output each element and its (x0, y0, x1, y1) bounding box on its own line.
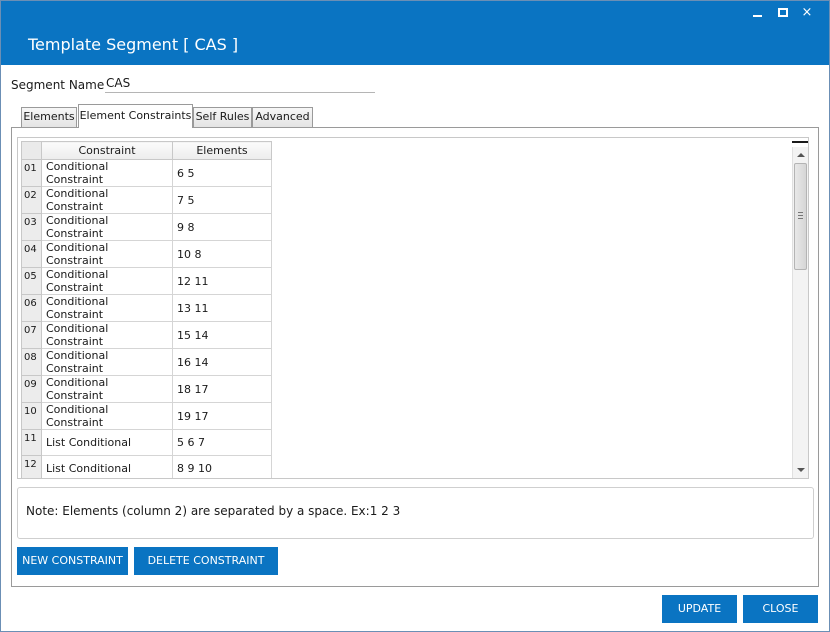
elements-cell[interactable]: 9 8 (172, 213, 272, 241)
row-number: 01 (21, 159, 42, 187)
table-row[interactable]: 05 Conditional Constraint 12 11 (21, 267, 272, 295)
row-number: 10 (21, 402, 42, 430)
tab-self-rules[interactable]: Self Rules (193, 107, 252, 127)
constraint-cell[interactable]: Conditional Constraint (41, 402, 173, 430)
table-row[interactable]: 03 Conditional Constraint 9 8 (21, 213, 272, 241)
tab-advanced[interactable]: Advanced (252, 107, 313, 127)
row-number: 04 (21, 240, 42, 268)
constraint-cell[interactable]: List Conditional (41, 455, 173, 478)
elements-cell[interactable]: 15 14 (172, 321, 272, 349)
table-row[interactable]: 04 Conditional Constraint 10 8 (21, 240, 272, 268)
close-icon[interactable]: × (796, 5, 818, 21)
table-row[interactable]: 06 Conditional Constraint 13 11 (21, 294, 272, 322)
table-row[interactable]: 07 Conditional Constraint 15 14 (21, 321, 272, 349)
template-segment-window: Template Segment [ CAS ] × Segment Name … (0, 0, 830, 632)
title-bar: Template Segment [ CAS ] × (1, 1, 829, 65)
table-row[interactable]: 01 Conditional Constraint 6 5 (21, 159, 272, 187)
update-button[interactable]: UPDATE (662, 595, 737, 623)
row-number: 09 (21, 375, 42, 403)
constraint-column-header[interactable]: Constraint (41, 141, 173, 160)
elements-cell[interactable]: 7 5 (172, 186, 272, 214)
table-row[interactable]: 11 List Conditional 5 6 7 (21, 429, 272, 456)
vertical-scrollbar[interactable] (792, 147, 808, 478)
elements-cell[interactable]: 6 5 (172, 159, 272, 187)
constraint-cell[interactable]: Conditional Constraint (41, 186, 173, 214)
grip-icon (798, 212, 803, 219)
elements-cell[interactable]: 12 11 (172, 267, 272, 295)
scroll-up-arrow-icon[interactable] (797, 153, 805, 157)
constraint-cell[interactable]: Conditional Constraint (41, 159, 173, 187)
note-box: Note: Elements (column 2) are separated … (17, 487, 814, 539)
table-row[interactable]: 12 List Conditional 8 9 10 (21, 455, 272, 478)
row-number: 11 (21, 429, 42, 456)
constraints-table: Constraint Elements 01 Conditional Constr… (21, 141, 272, 478)
elements-cell[interactable]: 5 6 7 (172, 429, 272, 456)
row-number: 02 (21, 186, 42, 214)
note-text: Note: Elements (column 2) are separated … (26, 504, 401, 518)
window-title: Template Segment [ CAS ] (28, 35, 239, 54)
row-number: 05 (21, 267, 42, 295)
maximize-icon[interactable] (772, 5, 794, 21)
table-header-row: Constraint Elements (21, 141, 272, 160)
constraint-cell[interactable]: Conditional Constraint (41, 267, 173, 295)
table-row[interactable]: 09 Conditional Constraint 18 17 (21, 375, 272, 403)
segment-name-label: Segment Name (11, 78, 105, 92)
tab-element-constraints[interactable]: Element Constraints (78, 104, 193, 128)
table-row[interactable]: 02 Conditional Constraint 7 5 (21, 186, 272, 214)
constraints-grid: Constraint Elements 01 Conditional Constr… (17, 137, 809, 479)
constraint-cell[interactable]: Conditional Constraint (41, 240, 173, 268)
table-row[interactable]: 10 Conditional Constraint 19 17 (21, 402, 272, 430)
elements-cell[interactable]: 10 8 (172, 240, 272, 268)
row-number-header (21, 141, 42, 160)
scroll-down-arrow-icon[interactable] (797, 468, 805, 472)
close-button[interactable]: CLOSE (743, 595, 818, 623)
constraint-cell[interactable]: Conditional Constraint (41, 213, 173, 241)
minimize-icon[interactable] (747, 5, 769, 21)
row-number: 03 (21, 213, 42, 241)
scrollbar-thumb[interactable] (794, 163, 807, 270)
elements-cell[interactable]: 19 17 (172, 402, 272, 430)
tab-elements[interactable]: Elements (21, 107, 77, 127)
constraint-cell[interactable]: Conditional Constraint (41, 294, 173, 322)
segment-name-input[interactable] (105, 73, 375, 93)
elements-cell[interactable]: 16 14 (172, 348, 272, 376)
row-number: 12 (21, 455, 42, 478)
table-row[interactable]: 08 Conditional Constraint 16 14 (21, 348, 272, 376)
constraint-cell[interactable]: Conditional Constraint (41, 375, 173, 403)
constraint-cell[interactable]: Conditional Constraint (41, 321, 173, 349)
row-number: 08 (21, 348, 42, 376)
elements-cell[interactable]: 8 9 10 (172, 455, 272, 478)
elements-column-header[interactable]: Elements (172, 141, 272, 160)
row-number: 07 (21, 321, 42, 349)
row-number: 06 (21, 294, 42, 322)
constraints-table-body: 01 Conditional Constraint 6 5 02 Conditional… (21, 159, 272, 478)
constraint-cell[interactable]: List Conditional (41, 429, 173, 456)
elements-cell[interactable]: 13 11 (172, 294, 272, 322)
new-constraint-button[interactable]: NEW CONSTRAINT (17, 547, 128, 575)
constraint-cell[interactable]: Conditional Constraint (41, 348, 173, 376)
elements-cell[interactable]: 18 17 (172, 375, 272, 403)
delete-constraint-button[interactable]: DELETE CONSTRAINT (134, 547, 278, 575)
